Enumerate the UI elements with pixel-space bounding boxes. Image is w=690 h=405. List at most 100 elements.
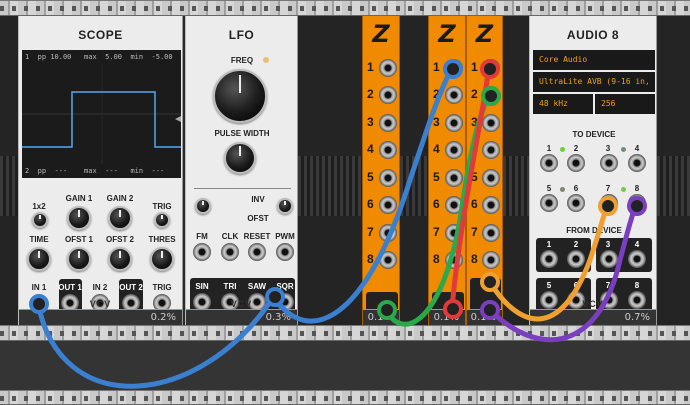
z1-jack-2[interactable] — [379, 86, 397, 104]
1x2-knob[interactable] — [32, 212, 48, 228]
lfo-module[interactable]: LFO FREQ PULSE WIDTH INV OFST FM CLK RES… — [185, 16, 298, 325]
z1-jack-8[interactable] — [379, 251, 397, 269]
plug-blue[interactable] — [265, 287, 285, 307]
z-logo-icon: Z — [475, 20, 494, 48]
scope-display: 1 pp 10.00 max 5.00 min -5.00 2 pp --- m… — [22, 50, 181, 178]
audio8-module[interactable]: AUDIO 8 Core Audio UltraLite AVB (9-16 i… — [529, 16, 657, 325]
plug-orange[interactable] — [598, 196, 618, 216]
label-pulse-width: PULSE WIDTH — [214, 129, 270, 138]
freq-led — [263, 57, 269, 63]
channel-label: 3 — [605, 144, 611, 153]
label-1x2: 1x2 — [32, 202, 46, 211]
middle-rail — [0, 325, 690, 341]
device-select[interactable]: UltraLite AVB (9-16 in, 9 — [533, 72, 655, 92]
label-saw: SAW — [247, 282, 267, 291]
z-logo-icon: Z — [438, 20, 456, 48]
z3-jack-5[interactable] — [482, 169, 500, 187]
gain1-knob[interactable] — [67, 206, 91, 230]
z2-jack-6[interactable] — [445, 196, 463, 214]
plug-blue[interactable] — [443, 59, 463, 79]
z1-jack-7[interactable] — [379, 224, 397, 242]
to-device-jack-6[interactable] — [567, 194, 585, 212]
channel-label: 4 — [634, 240, 640, 249]
time-knob[interactable] — [27, 247, 51, 271]
sample-rate-select[interactable]: 48 kHz — [533, 94, 593, 114]
row-label: 5 — [471, 170, 478, 184]
driver-select[interactable]: Core Audio — [533, 50, 655, 70]
z3-jack-6[interactable] — [482, 196, 500, 214]
z3-jack-8[interactable] — [482, 251, 500, 269]
fm-knob[interactable] — [195, 198, 211, 214]
z3-jack-4[interactable] — [482, 141, 500, 159]
level-led — [621, 147, 626, 152]
z1-jack-1[interactable] — [379, 59, 397, 77]
label-reset: RESET — [243, 232, 271, 241]
z1-jack-3[interactable] — [379, 114, 397, 132]
z2-jack-4[interactable] — [445, 141, 463, 159]
pulse-width-knob[interactable] — [224, 142, 256, 174]
row-label: 3 — [367, 115, 374, 129]
z2-jack-2[interactable] — [445, 86, 463, 104]
z2-jack-7[interactable] — [445, 224, 463, 242]
block-size-select[interactable]: 256 — [595, 94, 655, 114]
scope-module[interactable]: SCOPE 1 pp 10.00 max 5.00 min -5.00 2 pp… — [18, 16, 183, 325]
reset-jack[interactable] — [248, 243, 266, 261]
channel-label: 4 — [634, 144, 640, 153]
row-label: 2 — [433, 87, 440, 101]
plug-purple[interactable] — [480, 300, 500, 320]
trig-knob[interactable] — [154, 212, 170, 228]
scope-readout-2: 2 pp --- max --- min --- — [25, 167, 165, 175]
to-device-jack-3[interactable] — [600, 154, 618, 172]
to-device-jack-2[interactable] — [567, 154, 585, 172]
plug-green[interactable] — [481, 86, 501, 106]
gain2-knob[interactable] — [108, 206, 132, 230]
plug-red[interactable] — [480, 59, 500, 79]
offset1-knob[interactable] — [67, 247, 91, 271]
z2-jack-3[interactable] — [445, 114, 463, 132]
from-device-jack-3[interactable] — [600, 250, 618, 268]
z2-jack-5[interactable] — [445, 169, 463, 187]
channel-label: 1 — [546, 240, 552, 249]
row-label: 5 — [367, 170, 374, 184]
divider — [194, 188, 291, 189]
from-device-jack-4[interactable] — [628, 250, 646, 268]
rack-gap — [657, 16, 690, 325]
z3-jack-3[interactable] — [482, 114, 500, 132]
offset2-knob[interactable] — [108, 247, 132, 271]
row-label: 7 — [471, 225, 478, 239]
to-device-jack-5[interactable] — [540, 194, 558, 212]
channel-label: 6 — [573, 281, 579, 290]
fm-jack[interactable] — [193, 243, 211, 261]
label-sin: SIN — [195, 282, 209, 291]
plug-orange[interactable] — [480, 272, 500, 292]
threshold-knob[interactable] — [150, 247, 174, 271]
plug-blue[interactable] — [29, 294, 49, 314]
frequency-knob[interactable] — [213, 69, 267, 123]
z-logo-icon: Z — [372, 20, 390, 48]
plug-purple[interactable] — [627, 196, 647, 216]
z1-jack-4[interactable] — [379, 141, 397, 159]
to-device-jack-1[interactable] — [540, 154, 558, 172]
label-to-device: TO DEVICE — [572, 130, 616, 139]
channel-label: 8 — [634, 184, 640, 193]
from-device-jack-1[interactable] — [540, 250, 558, 268]
scope-readout-1: 1 pp 10.00 max 5.00 min -5.00 — [25, 53, 173, 61]
rack-gap — [503, 16, 529, 325]
module-title: LFO — [228, 28, 255, 42]
rack-gap — [298, 16, 362, 325]
z2-jack-8[interactable] — [445, 251, 463, 269]
z1-jack-5[interactable] — [379, 169, 397, 187]
plug-red[interactable] — [443, 299, 463, 319]
to-device-jack-4[interactable] — [628, 154, 646, 172]
pwm-jack[interactable] — [276, 243, 294, 261]
plug-green[interactable] — [377, 300, 397, 320]
channel-label: 7 — [605, 281, 611, 290]
z-module-1[interactable]: Z 1 2 3 4 5 6 7 8 0.1% — [362, 16, 400, 325]
z1-jack-6[interactable] — [379, 196, 397, 214]
label-ofst1: OFST 1 — [64, 235, 94, 244]
pwm-knob[interactable] — [277, 198, 293, 214]
clk-jack[interactable] — [221, 243, 239, 261]
z3-jack-7[interactable] — [482, 224, 500, 242]
channel-label: 2 — [573, 144, 579, 153]
from-device-jack-2[interactable] — [567, 250, 585, 268]
